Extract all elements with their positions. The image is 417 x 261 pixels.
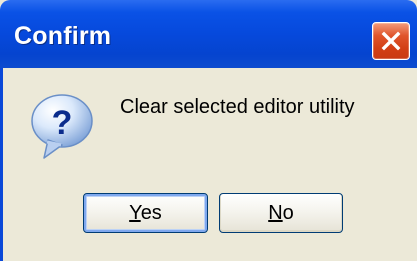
yes-button[interactable]: Yes	[83, 193, 208, 233]
question-icon: ?	[26, 88, 100, 169]
no-label-rest: o	[282, 202, 294, 224]
yes-button-label: Yes	[129, 202, 162, 224]
no-button-label: No	[268, 202, 294, 224]
svg-text:?: ?	[52, 104, 73, 142]
window-title: Confirm	[14, 22, 112, 50]
title-bar[interactable]: Confirm	[0, 0, 417, 68]
no-mnemonic: N	[268, 202, 283, 224]
no-button[interactable]: No	[219, 193, 343, 233]
dialog-message: Clear selected editor utility	[120, 96, 355, 118]
yes-mnemonic: Y	[129, 202, 141, 224]
close-button[interactable]	[372, 22, 410, 60]
close-icon	[381, 31, 401, 51]
yes-label-rest: es	[140, 202, 162, 224]
confirm-dialog: Confirm ? Clear selected editor utility	[0, 0, 417, 261]
